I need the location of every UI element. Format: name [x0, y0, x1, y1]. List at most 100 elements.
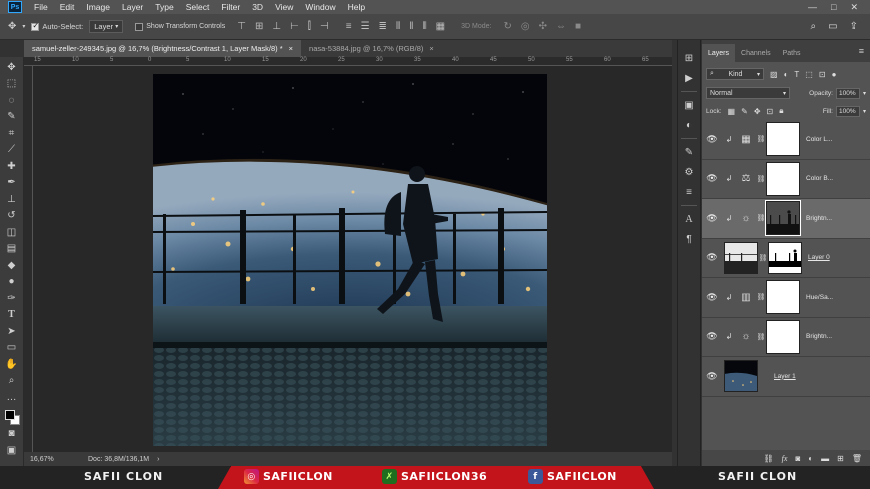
distribute-center-icon[interactable]: ‖: [409, 21, 413, 32]
dodge-tool-icon[interactable]: ●: [4, 274, 20, 291]
tab-channels[interactable]: Channels: [735, 44, 777, 62]
visibility-eye-icon[interactable]: 👁︎: [702, 331, 722, 342]
lock-transparency-icon[interactable]: ▦: [728, 107, 736, 116]
layer-row[interactable]: 👁︎ ↲ ▦ ⛓︎ Color L...: [702, 120, 870, 160]
panel-menu-icon[interactable]: ≡: [859, 46, 870, 56]
libraries-panel-icon[interactable]: ▣: [680, 95, 698, 115]
distribute-right-icon[interactable]: ⫴: [422, 21, 426, 32]
gradient-tool-icon[interactable]: ▤: [4, 241, 20, 258]
eraser-tool-icon[interactable]: ◫: [4, 224, 20, 241]
adjustments-panel-icon[interactable]: ⚙: [680, 162, 698, 182]
menu-select[interactable]: Select: [180, 2, 216, 12]
brush-tool-icon[interactable]: ✒: [4, 175, 20, 192]
actions-panel-icon[interactable]: ▶: [680, 68, 698, 88]
layer-name[interactable]: Layer 1: [758, 373, 800, 380]
filter-toggle-icon[interactable]: ●: [832, 70, 837, 79]
shape-filter-icon[interactable]: ⬚: [805, 70, 813, 79]
visibility-eye-icon[interactable]: 👁︎: [702, 252, 722, 263]
hue-icon[interactable]: ▥: [736, 292, 756, 303]
tab-close-icon[interactable]: ×: [429, 44, 433, 53]
sun-icon[interactable]: ☼: [736, 213, 756, 224]
layer-name[interactable]: Hue/Sa...: [800, 294, 842, 301]
opacity-input[interactable]: 100%: [835, 87, 860, 99]
color-panel-icon[interactable]: ◐: [680, 115, 698, 135]
character-panel-icon[interactable]: A: [680, 209, 698, 229]
menu-filter[interactable]: Filter: [215, 2, 246, 12]
menu-image[interactable]: Image: [80, 2, 116, 12]
zoom-level[interactable]: 16,67%: [24, 456, 74, 463]
auto-select-target-select[interactable]: Layer ▾: [89, 20, 124, 33]
tab-layers[interactable]: Layers: [702, 44, 736, 62]
blur-tool-icon[interactable]: ◆: [4, 257, 20, 274]
menu-layer[interactable]: Layer: [116, 2, 149, 12]
paragraph-panel-icon[interactable]: ¶: [680, 229, 698, 249]
layer-thumbnail[interactable]: [724, 360, 758, 393]
hand-tool-icon[interactable]: ✋: [4, 356, 20, 373]
layer-mask-thumbnail[interactable]: [766, 319, 800, 354]
transform-controls-checkbox[interactable]: Show Transform Controls: [135, 22, 225, 31]
layer-row[interactable]: 👁︎ ↲ ⚖ ⛓︎ Color B...: [702, 160, 870, 199]
visibility-eye-icon[interactable]: 👁︎: [702, 173, 722, 184]
healing-tool-icon[interactable]: ✚: [4, 158, 20, 175]
slide-3d-icon[interactable]: ⇔: [556, 21, 566, 32]
brush-panel-icon[interactable]: ✎: [680, 142, 698, 162]
balance-icon[interactable]: ⚖: [736, 173, 756, 184]
link-chain-icon[interactable]: ⛓︎: [758, 254, 768, 262]
minimize-button[interactable]: —: [808, 2, 817, 13]
screen-mode-icon[interactable]: ▣: [4, 442, 20, 459]
sun-icon[interactable]: ☼: [736, 331, 756, 342]
pen-tool-icon[interactable]: ✑: [4, 290, 20, 307]
layer-mask-thumbnail[interactable]: [766, 161, 800, 196]
move-tool-icon[interactable]: ✥: [8, 21, 16, 32]
visibility-eye-icon[interactable]: 👁︎: [702, 292, 722, 303]
status-menu-arrow[interactable]: ›: [157, 456, 159, 463]
edit-toolbar-icon[interactable]: …: [4, 389, 20, 406]
menu-type[interactable]: Type: [149, 2, 179, 12]
layer-name[interactable]: Brightn...: [800, 333, 842, 340]
grid-icon[interactable]: ▦: [736, 134, 756, 145]
layer-name[interactable]: Layer 0: [802, 254, 844, 261]
lock-position-icon[interactable]: ✥: [754, 107, 761, 116]
quick-mask-icon[interactable]: ◙: [4, 426, 20, 443]
auto-select-checkbox[interactable]: Auto-Select:: [31, 21, 83, 31]
layer-thumbnail[interactable]: [724, 241, 758, 274]
document-canvas[interactable]: [153, 74, 547, 446]
smart-object-filter-icon[interactable]: ⊡: [819, 70, 826, 79]
drag-3d-icon[interactable]: ✣: [539, 21, 547, 32]
chevron-down-icon[interactable]: ▾: [863, 90, 866, 97]
share-icon[interactable]: ⇪: [850, 21, 858, 32]
lock-all-icon[interactable]: 🔒︎: [779, 106, 783, 116]
delete-layer-icon[interactable]: 🗑︎: [852, 454, 862, 463]
history-brush-tool-icon[interactable]: ↺: [4, 208, 20, 225]
add-mask-icon[interactable]: ◙: [795, 454, 800, 463]
link-layers-icon[interactable]: ⛓︎: [764, 454, 774, 463]
maximize-button[interactable]: □: [831, 2, 836, 13]
link-chain-icon[interactable]: ⛓︎: [756, 293, 766, 301]
color-swatches[interactable]: [3, 408, 21, 426]
visibility-eye-icon[interactable]: 👁︎: [702, 371, 722, 382]
auto-align-icon[interactable]: ▦: [436, 21, 445, 32]
align-right-icon[interactable]: ⊣: [320, 21, 329, 32]
layer-name[interactable]: Brightn...: [800, 215, 842, 222]
type-tool-icon[interactable]: T: [4, 307, 20, 324]
layer-row[interactable]: 👁︎ ⛓︎ Layer 0: [702, 239, 870, 278]
fill-input[interactable]: 100%: [835, 105, 860, 117]
tab-close-icon[interactable]: ×: [289, 44, 293, 53]
path-select-tool-icon[interactable]: ➤: [4, 323, 20, 340]
chevron-down-icon[interactable]: ▾: [863, 108, 866, 115]
zoom-tool-icon[interactable]: ⌕: [4, 373, 20, 390]
marquee-tool-icon[interactable]: ⬚: [4, 76, 20, 93]
search-icon[interactable]: ⌕: [811, 21, 817, 32]
close-button[interactable]: ✕: [850, 2, 858, 13]
lock-artboard-icon[interactable]: ⊡: [767, 107, 774, 116]
crop-tool-icon[interactable]: ⌗: [4, 125, 20, 142]
distribute-left-icon[interactable]: ⦀: [396, 21, 400, 32]
pixel-filter-icon[interactable]: ▨: [770, 70, 778, 79]
quick-select-tool-icon[interactable]: ✎: [4, 109, 20, 126]
visibility-eye-icon[interactable]: 👁︎: [702, 213, 722, 224]
workspace-icon[interactable]: ▭: [828, 21, 837, 32]
menu-view[interactable]: View: [269, 2, 299, 12]
foreground-color-swatch[interactable]: [4, 409, 15, 420]
menu-3d[interactable]: 3D: [246, 2, 269, 12]
align-middle-icon[interactable]: ⊞: [255, 21, 263, 32]
